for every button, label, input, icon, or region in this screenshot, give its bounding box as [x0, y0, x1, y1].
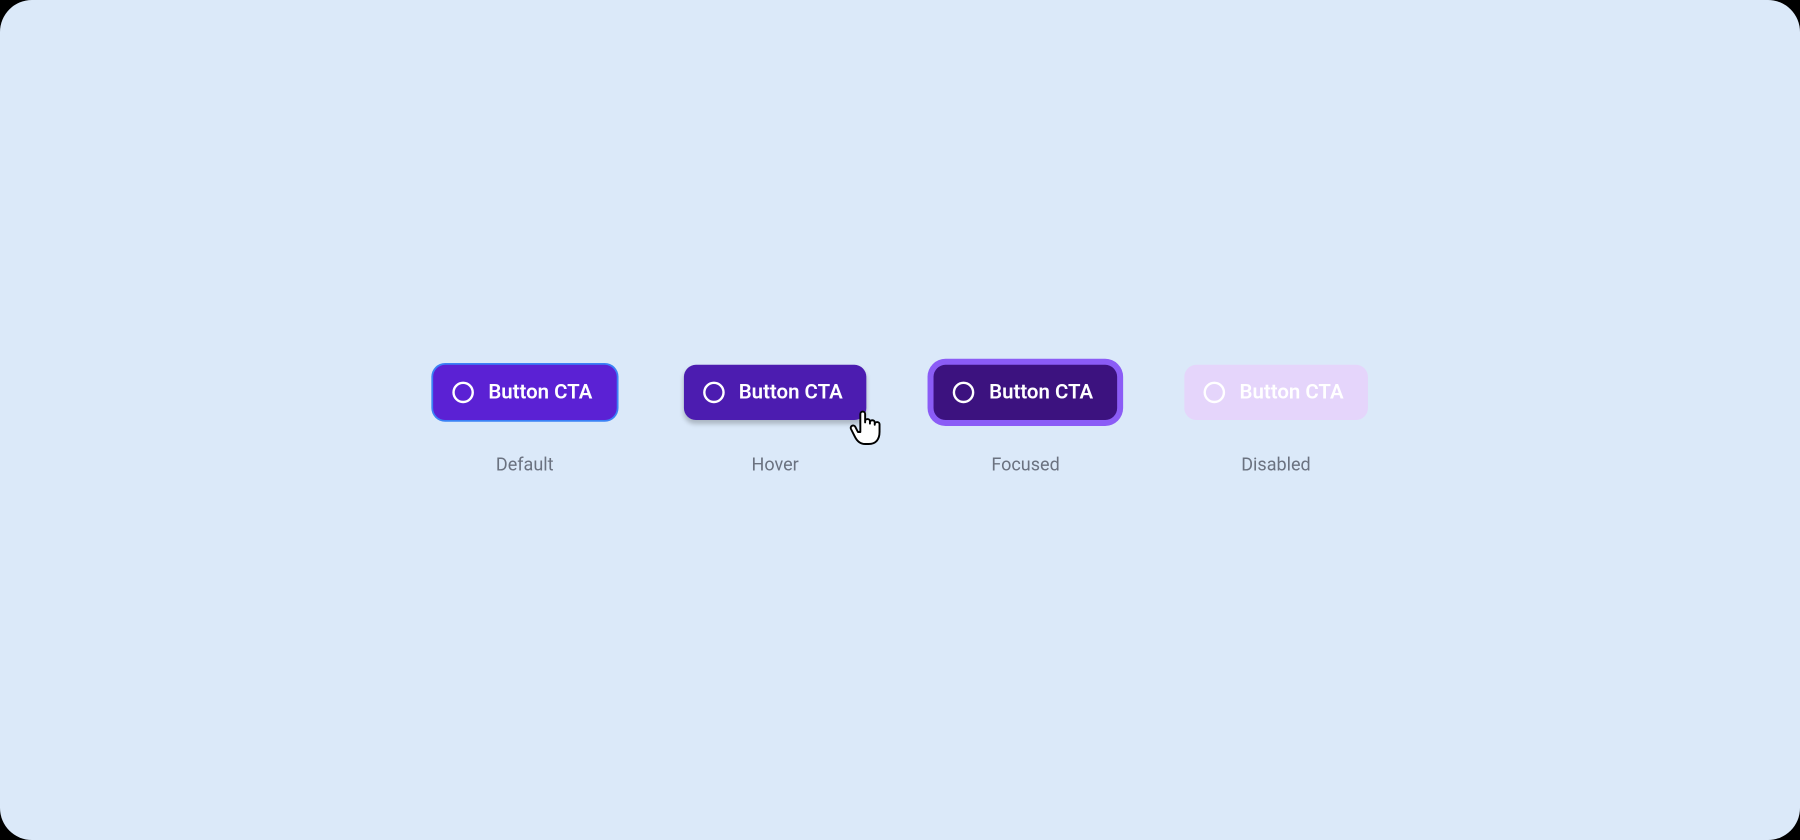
state-focused: Button CTA Focused [934, 365, 1117, 475]
state-label-disabled: Disabled [1241, 454, 1310, 476]
button-states-row: Button CTA Default Button CTA Hover Butt… [433, 365, 1367, 475]
circle-icon [1203, 382, 1225, 404]
cta-button-focused[interactable]: Button CTA [934, 365, 1117, 420]
circle-icon [702, 382, 724, 404]
state-label-focused: Focused [991, 454, 1059, 476]
cta-button-disabled: Button CTA [1184, 365, 1367, 420]
button-label: Button CTA [738, 380, 842, 404]
state-default: Button CTA Default [433, 365, 616, 475]
canvas: Button CTA Default Button CTA Hover Butt… [0, 0, 1800, 840]
state-disabled: Button CTA Disabled [1184, 365, 1367, 475]
button-label: Button CTA [488, 380, 592, 404]
cta-button-default[interactable]: Button CTA [433, 365, 616, 420]
circle-icon [452, 382, 474, 404]
cta-button-hover[interactable]: Button CTA [683, 365, 866, 420]
button-label: Button CTA [989, 380, 1093, 404]
circle-icon [953, 382, 975, 404]
state-label-hover: Hover [751, 454, 798, 476]
state-hover: Button CTA Hover [683, 365, 866, 475]
button-label: Button CTA [1239, 380, 1343, 404]
state-label-default: Default [496, 454, 554, 476]
